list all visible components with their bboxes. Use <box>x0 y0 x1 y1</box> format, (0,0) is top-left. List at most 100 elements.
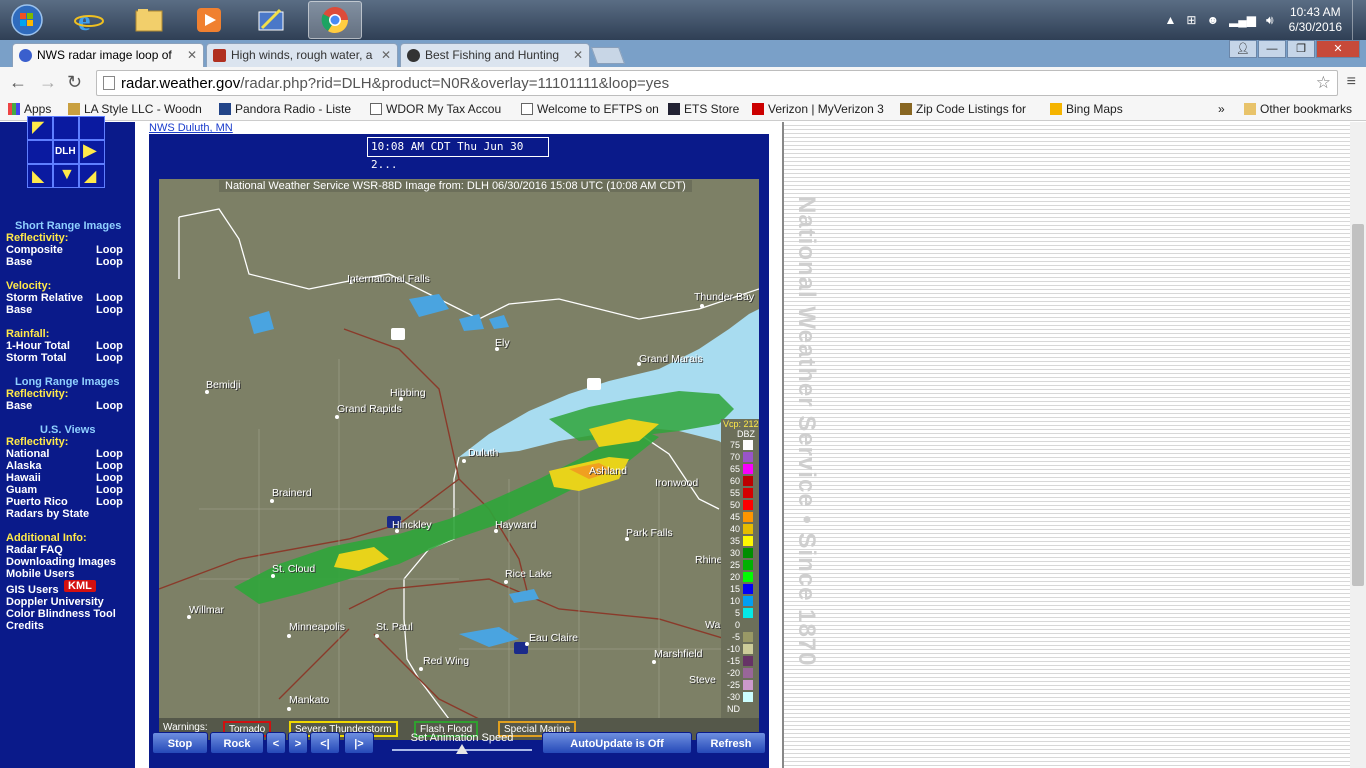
base-link[interactable]: Base <box>6 256 32 268</box>
minimize-button[interactable]: — <box>1258 40 1286 58</box>
velocity-base-loop-link[interactable]: Loop <box>96 304 123 316</box>
stop-button[interactable]: Stop <box>152 732 208 754</box>
bookmark-pandora[interactable]: Pandora Radio - Liste <box>219 102 351 116</box>
puerto-rico-link[interactable]: Puerto Rico <box>6 496 68 508</box>
storm-relative-link[interactable]: Storm Relative <box>6 292 83 304</box>
nav-northeast-button[interactable] <box>79 116 105 140</box>
national-link[interactable]: National <box>6 448 49 460</box>
nav-center-button[interactable]: DLH <box>53 140 79 164</box>
more-bookmarks-icon[interactable]: » <box>1218 102 1225 116</box>
guam-loop-link[interactable]: Loop <box>96 484 123 496</box>
color-blindness-tool-link[interactable]: Color Blindness Tool <box>6 608 116 620</box>
close-tab-icon[interactable]: ✕ <box>573 44 583 66</box>
profile-icon[interactable]: 👤︎ <box>1229 40 1257 58</box>
tab-nws-radar[interactable]: NWS radar image loop of ✕ <box>12 43 204 67</box>
kml-badge[interactable]: KML <box>64 580 96 592</box>
bookmark-wdor[interactable]: WDOR My Tax Accou <box>370 102 501 116</box>
bookmark-la-style[interactable]: LA Style LLC - Woodn <box>68 102 202 116</box>
scrollbar-thumb[interactable] <box>1352 224 1364 586</box>
alaska-link[interactable]: Alaska <box>6 460 41 472</box>
composite-loop-link[interactable]: Loop <box>96 244 123 256</box>
vertical-scrollbar[interactable] <box>1350 122 1366 768</box>
new-tab-button[interactable] <box>590 47 626 64</box>
puerto-rico-loop-link[interactable]: Loop <box>96 496 123 508</box>
autoupdate-button[interactable]: AutoUpdate is Off <box>542 732 692 754</box>
hawaii-link[interactable]: Hawaii <box>6 472 41 484</box>
mobile-users-link[interactable]: Mobile Users <box>6 568 74 580</box>
last-frame-button[interactable]: |> <box>344 732 374 754</box>
step-forward-button[interactable]: > <box>288 732 308 754</box>
show-hidden-icons-icon[interactable]: ▲ <box>1164 13 1176 27</box>
window-controls: 👤︎ — ❐ ✕ <box>1228 40 1360 58</box>
nav-northwest-button[interactable]: ◤ <box>27 116 53 140</box>
chrome-taskbar-icon[interactable] <box>308 1 362 39</box>
nav-east-button[interactable]: ▶ <box>79 140 105 164</box>
close-window-button[interactable]: ✕ <box>1316 40 1360 58</box>
station-link[interactable]: NWS Duluth, MN <box>149 122 233 134</box>
one-hour-loop-link[interactable]: Loop <box>96 340 123 352</box>
maximize-button[interactable]: ❐ <box>1287 40 1315 58</box>
downloading-images-link[interactable]: Downloading Images <box>6 556 116 568</box>
long-range-base-link[interactable]: Base <box>6 400 32 412</box>
velocity-base-link[interactable]: Base <box>6 304 32 316</box>
guam-link[interactable]: Guam <box>6 484 37 496</box>
page-info-icon[interactable] <box>103 76 115 90</box>
clock[interactable]: 10:43 AM 6/30/2016 <box>1279 5 1352 35</box>
radars-by-state-link[interactable]: Radars by State <box>6 508 89 520</box>
other-bookmarks[interactable]: Other bookmarks <box>1244 102 1352 116</box>
step-back-button[interactable]: < <box>266 732 286 754</box>
rock-button[interactable]: Rock <box>210 732 264 754</box>
storm-total-link[interactable]: Storm Total <box>6 352 66 364</box>
network-signal-icon[interactable]: ▂▄▆ <box>1229 13 1256 27</box>
storm-total-loop-link[interactable]: Loop <box>96 352 123 364</box>
bookmark-bing-maps[interactable]: Bing Maps <box>1050 102 1123 116</box>
tab-high-winds[interactable]: High winds, rough water, a ✕ <box>206 43 398 67</box>
internet-explorer-icon[interactable]: e <box>62 1 116 39</box>
start-button[interactable] <box>0 1 54 39</box>
city-red-wing: Red Wing <box>423 655 470 667</box>
show-desktop-button[interactable] <box>1352 0 1366 40</box>
long-range-loop-link[interactable]: Loop <box>96 400 123 412</box>
refresh-button[interactable]: Refresh <box>696 732 766 754</box>
file-explorer-icon[interactable] <box>122 1 176 39</box>
close-tab-icon[interactable]: ✕ <box>187 44 197 66</box>
radar-faq-link[interactable]: Radar FAQ <box>6 544 63 556</box>
bookmark-star-icon[interactable]: ☆ <box>1316 73 1331 93</box>
city-minneapolis: Minneapolis <box>289 621 346 633</box>
bookmark-ets-store[interactable]: ETS Store <box>668 102 739 116</box>
utility-app-icon[interactable] <box>244 1 298 39</box>
alaska-loop-link[interactable]: Loop <box>96 460 123 472</box>
address-bar[interactable]: radar.weather.gov/radar.php?rid=DLH&prod… <box>96 70 1338 96</box>
notification-icon[interactable]: ☻ <box>1206 13 1219 27</box>
composite-link[interactable]: Composite <box>6 244 63 256</box>
close-tab-icon[interactable]: ✕ <box>381 44 391 66</box>
nav-southeast-button[interactable]: ◢ <box>79 164 105 188</box>
chrome-menu-icon[interactable]: ≡ <box>1347 73 1356 91</box>
first-frame-button[interactable]: <| <box>310 732 340 754</box>
reload-icon[interactable]: ↻ <box>67 72 82 93</box>
back-arrow-icon[interactable]: ← <box>9 72 27 93</box>
volume-icon[interactable]: 🔊︎ <box>1266 13 1274 28</box>
bookmark-eftps[interactable]: Welcome to EFTPS on <box>521 102 659 116</box>
nav-north-button[interactable] <box>53 116 79 140</box>
one-hour-total-link[interactable]: 1-Hour Total <box>6 340 70 352</box>
windows-flag-icon[interactable]: ⊞ <box>1186 13 1196 27</box>
nav-south-button[interactable]: ▼ <box>53 164 79 188</box>
bookmark-zip-code[interactable]: Zip Code Listings for <box>900 102 1026 116</box>
forward-arrow-icon[interactable]: → <box>39 72 57 93</box>
hawaii-loop-link[interactable]: Loop <box>96 472 123 484</box>
storm-relative-loop-link[interactable]: Loop <box>96 292 123 304</box>
credits-link[interactable]: Credits <box>6 620 44 632</box>
national-loop-link[interactable]: Loop <box>96 448 123 460</box>
media-player-icon[interactable] <box>182 1 236 39</box>
base-loop-link[interactable]: Loop <box>96 256 123 268</box>
doppler-university-link[interactable]: Doppler University <box>6 596 104 608</box>
tab-best-fishing[interactable]: Best Fishing and Hunting ✕ <box>400 43 590 67</box>
nav-southwest-button[interactable]: ◣ <box>27 164 53 188</box>
nav-west-button[interactable] <box>27 140 53 164</box>
speed-slider-knob[interactable] <box>456 744 468 754</box>
bookmark-verizon[interactable]: Verizon | MyVerizon 3 <box>752 102 884 116</box>
bookmark-apps[interactable]: Apps <box>8 102 51 116</box>
city-thunder-bay: Thunder Bay <box>694 291 755 303</box>
gis-users-link[interactable]: GIS Users <box>6 584 59 596</box>
